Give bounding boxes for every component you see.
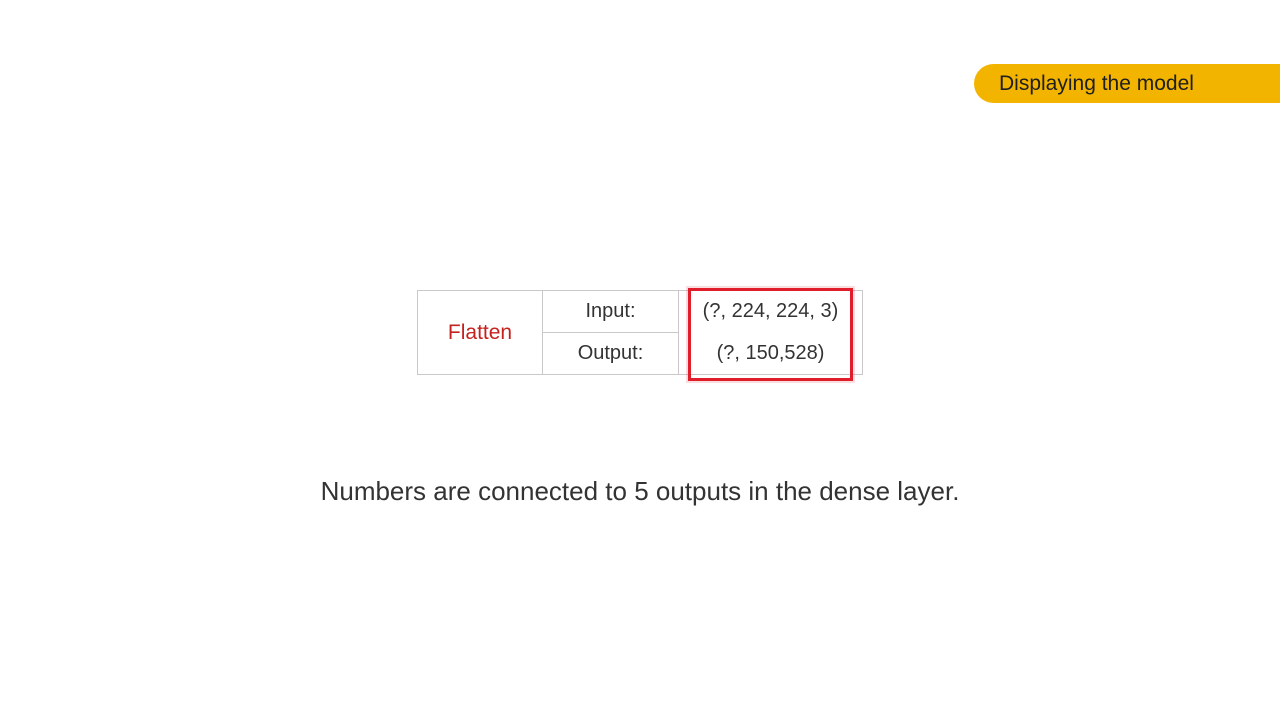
layer-table: Flatten Input: (?, 224, 224, 3) Output: … <box>417 290 863 375</box>
section-label-pill: Displaying the model <box>974 64 1280 103</box>
layer-name: Flatten <box>418 291 543 374</box>
output-value: (?, 150,528) <box>716 341 825 364</box>
section-label-text: Displaying the model <box>999 71 1194 95</box>
input-label: Input: <box>543 291 679 333</box>
input-value: (?, 224, 224, 3) <box>702 300 839 323</box>
caption-text: Numbers are connected to 5 outputs in th… <box>320 476 960 506</box>
output-label: Output: <box>543 332 679 374</box>
